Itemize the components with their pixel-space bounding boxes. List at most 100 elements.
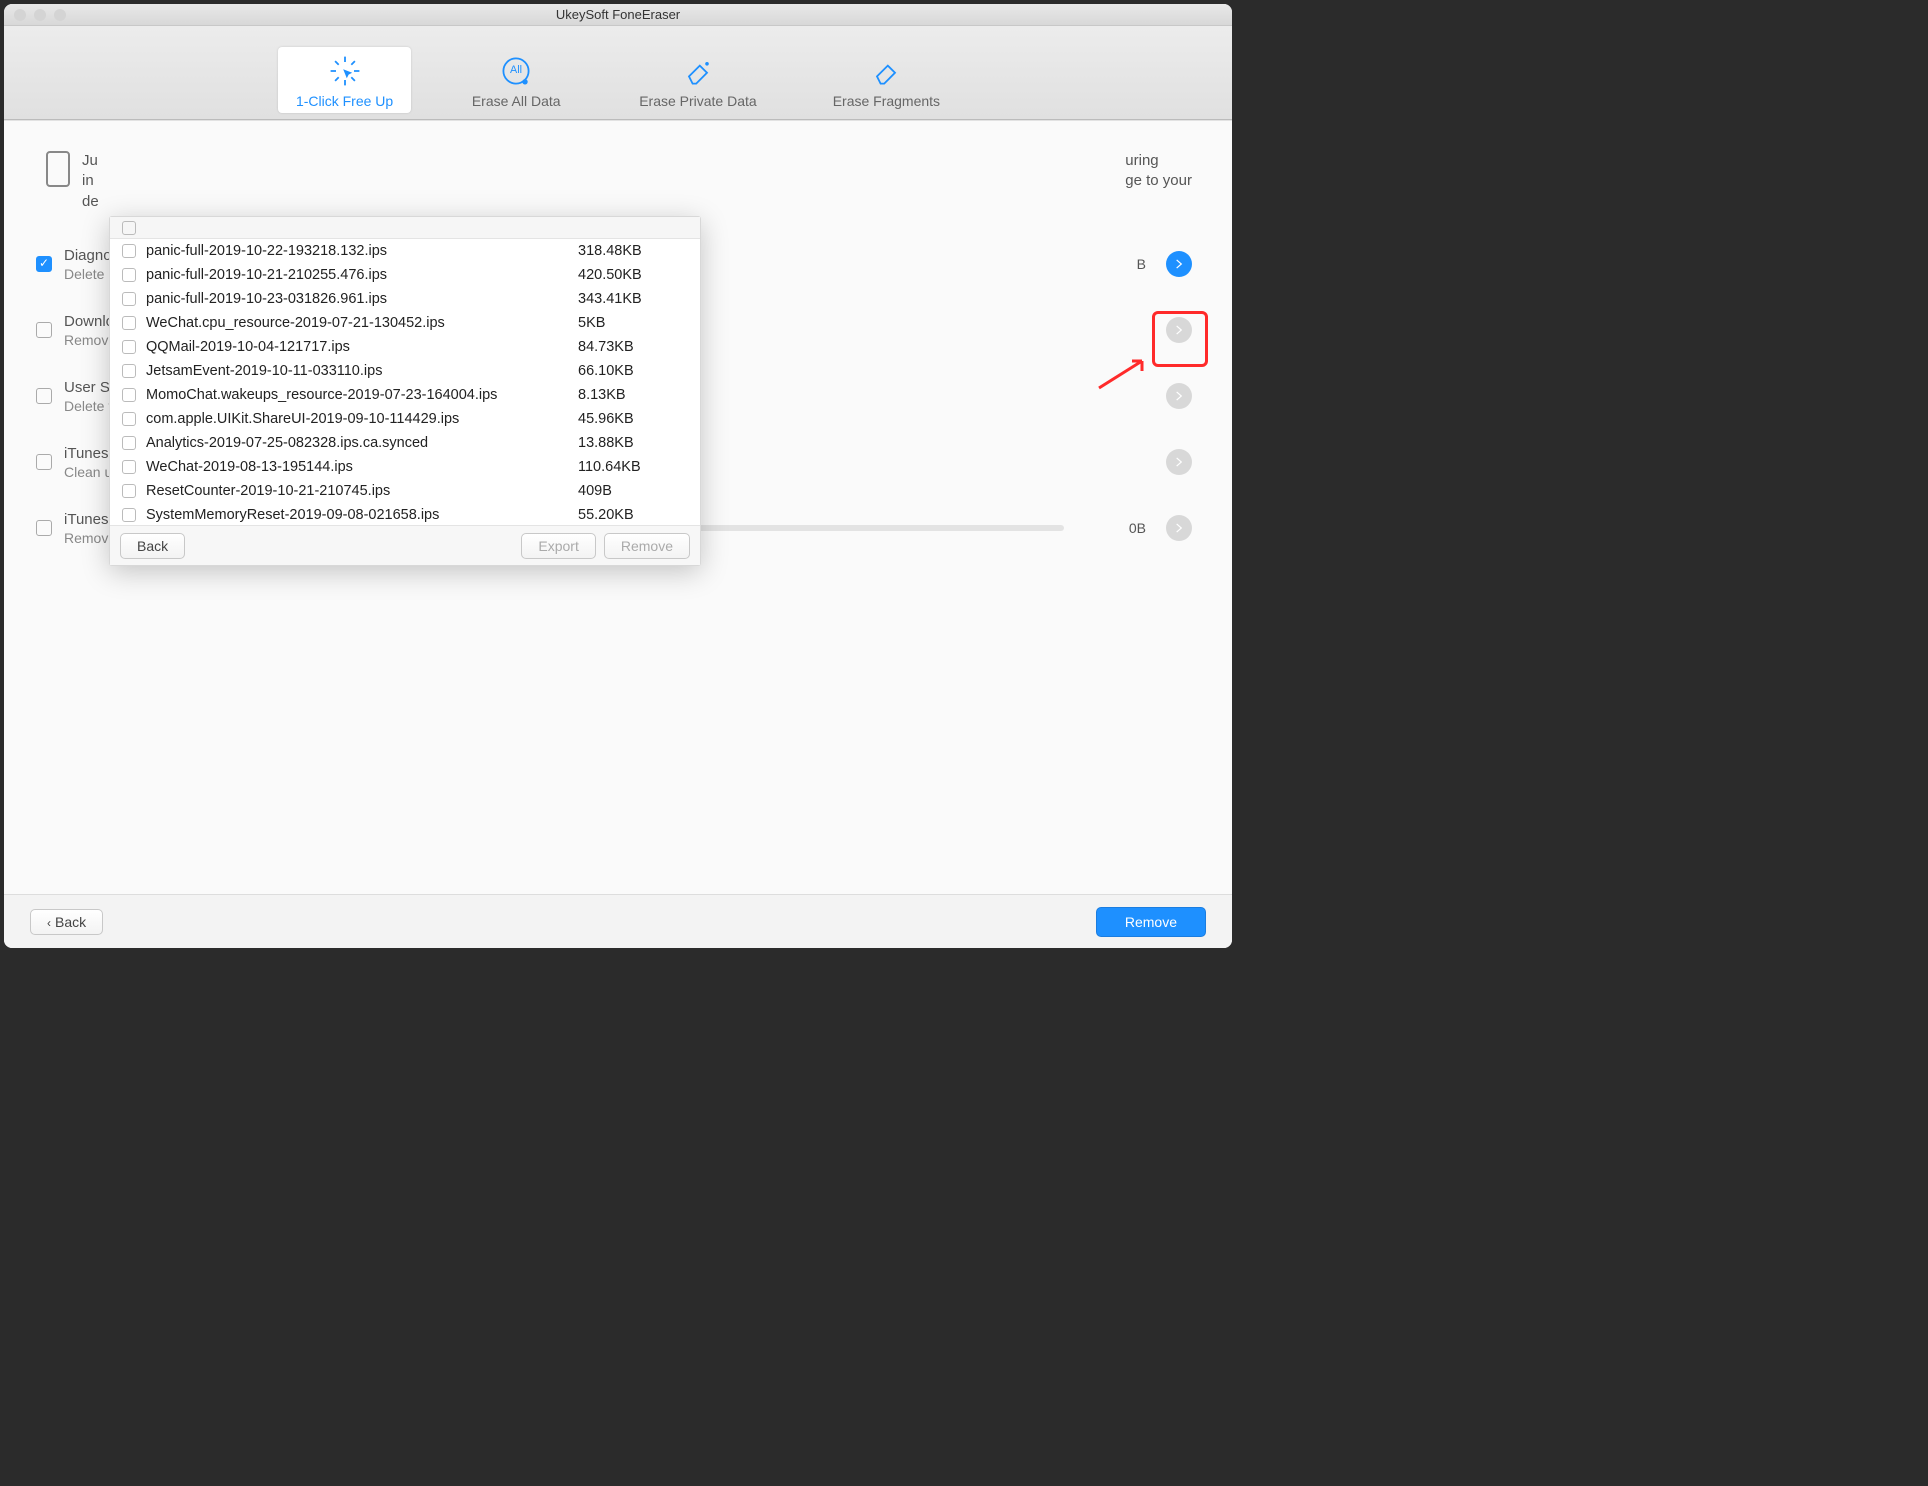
tab-erase-fragments[interactable]: Erase Fragments xyxy=(815,47,958,113)
select-all-checkbox[interactable] xyxy=(122,221,136,235)
file-size: 343.41KB xyxy=(578,291,688,307)
category-size: 0B xyxy=(1076,520,1146,536)
remove-button[interactable]: Remove xyxy=(1096,907,1206,937)
erase-all-icon: All xyxy=(498,53,534,89)
file-name: panic-full-2019-10-23-031826.961.ips xyxy=(146,291,568,307)
file-size: 66.10KB xyxy=(578,363,688,379)
file-row[interactable]: WeChat-2019-08-13-195144.ips 110.64KB xyxy=(110,455,700,479)
file-row[interactable]: ResetCounter-2019-10-21-210745.ips 409B xyxy=(110,479,700,503)
file-name: MomoChat.wakeups_resource-2019-07-23-164… xyxy=(146,387,568,403)
back-button[interactable]: ‹Back xyxy=(30,909,103,935)
file-row[interactable]: com.apple.UIKit.ShareUI-2019-09-10-11442… xyxy=(110,407,700,431)
cursor-click-icon xyxy=(327,53,363,89)
intro-row: Ju in de uring ge to your xyxy=(46,151,1192,212)
file-checkbox[interactable] xyxy=(122,412,136,426)
annotation-arrow xyxy=(1094,353,1154,398)
intro-frag-3: de xyxy=(82,193,99,210)
file-checkbox[interactable] xyxy=(122,508,136,522)
file-name: panic-full-2019-10-22-193218.132.ips xyxy=(146,243,568,259)
eraser-fragments-icon xyxy=(868,53,904,89)
intro-frag-1: Ju xyxy=(82,152,98,169)
file-size: 84.73KB xyxy=(578,339,688,355)
details-arrow[interactable] xyxy=(1166,383,1192,409)
file-row[interactable]: panic-full-2019-10-22-193218.132.ips 318.… xyxy=(110,239,700,263)
file-checkbox[interactable] xyxy=(122,364,136,378)
file-size: 55.20KB xyxy=(578,507,688,523)
file-size: 8.13KB xyxy=(578,387,688,403)
tab-label: Erase All Data xyxy=(472,93,561,109)
file-list-panel: panic-full-2019-10-22-193218.132.ips 318.… xyxy=(109,216,701,566)
file-name: QQMail-2019-10-04-121717.ips xyxy=(146,339,568,355)
content-area: Ju in de uring ge to your Diagnost Delet… xyxy=(4,120,1232,894)
tab-1click-free-up[interactable]: 1-Click Free Up xyxy=(278,47,411,113)
file-checkbox[interactable] xyxy=(122,460,136,474)
file-checkbox[interactable] xyxy=(122,244,136,258)
intro-tail-1: uring xyxy=(1125,152,1158,169)
checkbox[interactable] xyxy=(36,322,52,338)
checkbox[interactable] xyxy=(36,256,52,272)
checkbox[interactable] xyxy=(36,454,52,470)
file-row[interactable]: WeChat.cpu_resource-2019-07-21-130452.ip… xyxy=(110,311,700,335)
details-arrow[interactable] xyxy=(1166,449,1192,475)
category-size: B xyxy=(1076,256,1146,272)
file-list[interactable]: panic-full-2019-10-22-193218.132.ips 318.… xyxy=(110,239,700,525)
file-name: WeChat-2019-08-13-195144.ips xyxy=(146,459,568,475)
file-name: SystemMemoryReset-2019-09-08-021658.ips xyxy=(146,507,568,523)
toolbar: 1-Click Free Up All Erase All Data Erase… xyxy=(4,26,1232,120)
tab-label: Erase Fragments xyxy=(833,93,940,109)
tab-erase-private-data[interactable]: Erase Private Data xyxy=(621,47,775,113)
file-checkbox[interactable] xyxy=(122,484,136,498)
file-checkbox[interactable] xyxy=(122,316,136,330)
eraser-private-icon xyxy=(680,53,716,89)
file-size: 13.88KB xyxy=(578,435,688,451)
file-row[interactable]: Analytics-2019-07-25-082328.ips.ca.synce… xyxy=(110,431,700,455)
file-checkbox[interactable] xyxy=(122,388,136,402)
file-name: panic-full-2019-10-21-210255.476.ips xyxy=(146,267,568,283)
file-row[interactable]: JetsamEvent-2019-10-11-033110.ips 66.10KB xyxy=(110,359,700,383)
window-controls[interactable] xyxy=(14,9,66,21)
panel-export-button[interactable]: Export xyxy=(521,533,595,559)
file-name: ResetCounter-2019-10-21-210745.ips xyxy=(146,483,568,499)
file-size: 110.64KB xyxy=(578,459,688,475)
panel-footer: Back Export Remove xyxy=(110,525,700,565)
file-row[interactable]: panic-full-2019-10-23-031826.961.ips 343.… xyxy=(110,287,700,311)
panel-remove-button[interactable]: Remove xyxy=(604,533,690,559)
app-window: UkeySoft FoneEraser 1-Click Free Up All … xyxy=(4,4,1232,948)
close-dot[interactable] xyxy=(14,9,26,21)
file-row[interactable]: SystemMemoryReset-2019-09-08-021658.ips 5… xyxy=(110,503,700,525)
back-button-label: Back xyxy=(55,914,86,930)
intro-frag-2: in xyxy=(82,172,94,189)
panel-back-button[interactable]: Back xyxy=(120,533,185,559)
file-checkbox[interactable] xyxy=(122,340,136,354)
intro-tail-2: ge to your xyxy=(1125,172,1192,189)
svg-text:All: All xyxy=(510,64,522,76)
window-footer: ‹Back Remove xyxy=(4,894,1232,948)
file-name: WeChat.cpu_resource-2019-07-21-130452.ip… xyxy=(146,315,568,331)
panel-header xyxy=(110,217,700,239)
file-checkbox[interactable] xyxy=(122,268,136,282)
file-size: 45.96KB xyxy=(578,411,688,427)
phone-icon xyxy=(46,151,70,187)
file-checkbox[interactable] xyxy=(122,292,136,306)
details-arrow[interactable] xyxy=(1166,251,1192,277)
file-row[interactable]: panic-full-2019-10-21-210255.476.ips 420.… xyxy=(110,263,700,287)
file-size: 420.50KB xyxy=(578,267,688,283)
checkbox[interactable] xyxy=(36,388,52,404)
zoom-dot[interactable] xyxy=(54,9,66,21)
app-title: UkeySoft FoneEraser xyxy=(556,7,680,22)
titlebar: UkeySoft FoneEraser xyxy=(4,4,1232,26)
file-row[interactable]: MomoChat.wakeups_resource-2019-07-23-164… xyxy=(110,383,700,407)
file-size: 318.48KB xyxy=(578,243,688,259)
file-name: JetsamEvent-2019-10-11-033110.ips xyxy=(146,363,568,379)
tab-erase-all-data[interactable]: All Erase All Data xyxy=(451,47,581,113)
file-size: 409B xyxy=(578,483,688,499)
minimize-dot[interactable] xyxy=(34,9,46,21)
tab-label: 1-Click Free Up xyxy=(296,93,393,109)
file-row[interactable]: QQMail-2019-10-04-121717.ips 84.73KB xyxy=(110,335,700,359)
file-size: 5KB xyxy=(578,315,688,331)
checkbox[interactable] xyxy=(36,520,52,536)
file-checkbox[interactable] xyxy=(122,436,136,450)
file-name: Analytics-2019-07-25-082328.ips.ca.synce… xyxy=(146,435,568,451)
tab-label: Erase Private Data xyxy=(639,93,757,109)
details-arrow[interactable] xyxy=(1166,515,1192,541)
